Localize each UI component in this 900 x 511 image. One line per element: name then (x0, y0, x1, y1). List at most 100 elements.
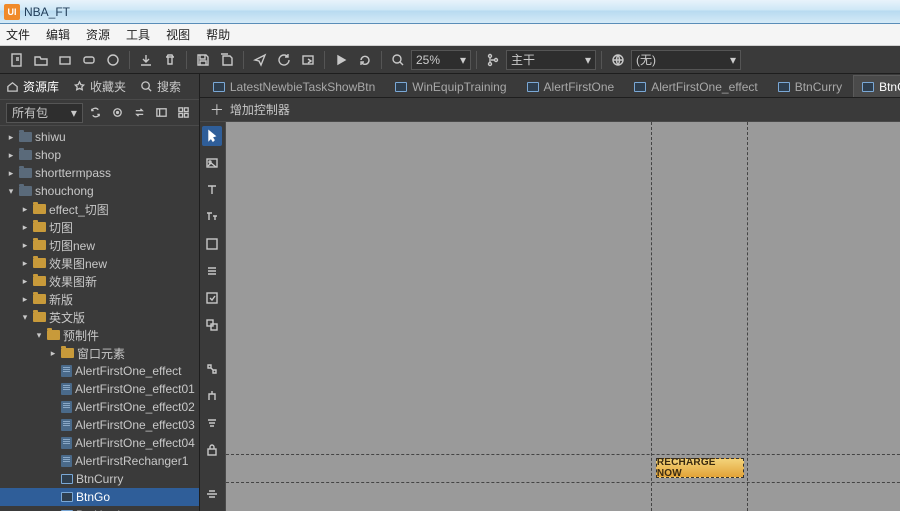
chevron-right-icon[interactable]: ▸ (20, 258, 30, 269)
tree-item[interactable]: ▸ shorttermpass (0, 164, 199, 182)
tree-item[interactable]: ▸切图 (0, 218, 199, 236)
resource-tree[interactable]: ▸shiwu▸shop▸shorttermpass▾shouchong▸effe… (0, 126, 199, 511)
tree-item[interactable]: ▸效果图新 (0, 272, 199, 290)
trash-icon[interactable] (159, 49, 181, 71)
tree-item[interactable]: AlertFirstOne_effect04 (0, 434, 199, 452)
doc-tab[interactable]: BtnGo✕ (853, 75, 900, 97)
branch-select[interactable]: 主干 ▾ (506, 50, 596, 70)
tree-item[interactable]: ▾预制件 (0, 326, 199, 344)
zoom-icon[interactable] (387, 49, 409, 71)
tab-search[interactable]: 搜索 (140, 78, 181, 95)
tool-pointer[interactable] (202, 126, 222, 146)
tree-item[interactable]: ▸shop (0, 146, 199, 164)
chevron-down-icon[interactable]: ▾ (6, 186, 16, 197)
locate-icon[interactable] (109, 104, 127, 122)
play-icon[interactable] (330, 49, 352, 71)
save-all-icon[interactable] (216, 49, 238, 71)
tree-item[interactable]: ▸effect_切图 (0, 200, 199, 218)
plus-icon[interactable]: ＋ (210, 100, 224, 120)
publish-icon[interactable] (249, 49, 271, 71)
chevron-right-icon[interactable]: ▸ (20, 276, 30, 287)
new-component-icon[interactable] (54, 49, 76, 71)
tab-library[interactable]: 资源库 (6, 78, 59, 95)
swap-icon[interactable] (131, 104, 149, 122)
tool-image[interactable] (202, 153, 222, 173)
export-icon[interactable] (297, 49, 319, 71)
tree-item[interactable]: ▸shiwu (0, 128, 199, 146)
tree-item[interactable]: ▸新版 (0, 290, 199, 308)
tree-item[interactable]: ▸窗口元素 (0, 344, 199, 362)
tree-item[interactable]: AlertFirstOne_effect (0, 362, 199, 380)
chevron-right-icon[interactable]: ▸ (20, 294, 30, 305)
package-select[interactable]: 所有包 ▾ (6, 103, 83, 123)
add-controller-label[interactable]: 增加控制器 (230, 101, 290, 118)
tree-item-label: 切图new (49, 237, 95, 254)
tree-item[interactable]: AlertFirstOne_effect02 (0, 398, 199, 416)
menu-edit[interactable]: 编辑 (46, 26, 70, 43)
chevron-right-icon[interactable]: ▸ (6, 150, 16, 161)
menu-tools[interactable]: 工具 (126, 26, 150, 43)
zoom-select[interactable]: 25% ▾ (411, 50, 471, 70)
branch-icon[interactable] (482, 49, 504, 71)
doc-tab[interactable]: WinEquipTraining (386, 75, 515, 97)
tree-item[interactable]: AlertFirstRechanger1 (0, 452, 199, 470)
menu-help[interactable]: 帮助 (206, 26, 230, 43)
list-view-icon[interactable] (153, 104, 171, 122)
chevron-right-icon[interactable]: ▸ (6, 168, 16, 179)
doc-tab[interactable]: LatestNewbieTaskShowBtn (204, 75, 384, 97)
import-icon[interactable] (135, 49, 157, 71)
component-icon (778, 82, 790, 92)
tree-item[interactable]: BtnHarden (0, 506, 199, 511)
refresh-small-icon[interactable] (273, 49, 295, 71)
sync-icon[interactable] (87, 104, 105, 122)
doc-tab[interactable]: AlertFirstOne_effect (625, 75, 767, 97)
tree-item[interactable]: ▾ shouchong (0, 182, 199, 200)
tree-item[interactable]: ▸效果图new (0, 254, 199, 272)
chevron-right-icon[interactable]: ▸ (48, 348, 58, 359)
titlebar[interactable]: UI NBA_FT (0, 0, 900, 24)
tool-text[interactable] (202, 180, 222, 200)
recharge-button[interactable]: RECHARGE NOW (656, 458, 744, 478)
tree-item[interactable]: ▸ 切图new (0, 236, 199, 254)
menu-view[interactable]: 视图 (166, 26, 190, 43)
tree-item[interactable]: BtnGo (0, 488, 199, 506)
new-button-icon[interactable] (78, 49, 100, 71)
canvas[interactable]: RECHARGE NOW (226, 122, 900, 511)
tree-item[interactable]: BtnCurry (0, 470, 199, 488)
tool-graph[interactable] (202, 234, 222, 254)
tree-item[interactable]: AlertFirstOne_effect01 (0, 380, 199, 398)
save-icon[interactable] (192, 49, 214, 71)
doc-tab-label: AlertFirstOne_effect (651, 80, 758, 94)
doc-tab[interactable]: BtnCurry (769, 75, 851, 97)
chevron-right-icon[interactable]: ▸ (20, 204, 30, 215)
tool-lock[interactable] (202, 440, 222, 460)
tree-item-label: shorttermpass (35, 166, 111, 180)
tool-group[interactable] (202, 315, 222, 335)
tool-tree[interactable] (202, 386, 222, 406)
chevron-right-icon[interactable]: ▸ (6, 132, 16, 143)
menu-file[interactable]: 文件 (6, 26, 30, 43)
doc-tab[interactable]: AlertFirstOne (518, 75, 624, 97)
new-other-icon[interactable] (102, 49, 124, 71)
menu-resource[interactable]: 资源 (86, 26, 110, 43)
chevron-right-icon[interactable]: ▸ (20, 240, 30, 251)
tab-favorites[interactable]: 收藏夹 (73, 78, 126, 95)
chevron-right-icon[interactable]: ▸ (20, 222, 30, 233)
new-folder-icon[interactable] (30, 49, 52, 71)
grid-view-icon[interactable] (175, 104, 193, 122)
globe-icon[interactable] (607, 49, 629, 71)
locale-select[interactable]: (无) ▾ (631, 50, 741, 70)
tool-align[interactable] (202, 484, 222, 504)
tree-item[interactable]: AlertFirstOne_effect03 (0, 416, 199, 434)
tree-item-label: shouchong (35, 184, 94, 198)
chevron-down-icon[interactable]: ▾ (20, 312, 30, 323)
refresh-icon[interactable] (354, 49, 376, 71)
new-doc-icon[interactable] (6, 49, 28, 71)
chevron-down-icon[interactable]: ▾ (34, 330, 44, 341)
tool-loader[interactable] (202, 288, 222, 308)
tree-item[interactable]: ▾英文版 (0, 308, 199, 326)
tool-list[interactable] (202, 261, 222, 281)
tool-richtext[interactable] (202, 207, 222, 227)
tool-sort[interactable] (202, 413, 222, 433)
tool-relation[interactable] (202, 359, 222, 379)
